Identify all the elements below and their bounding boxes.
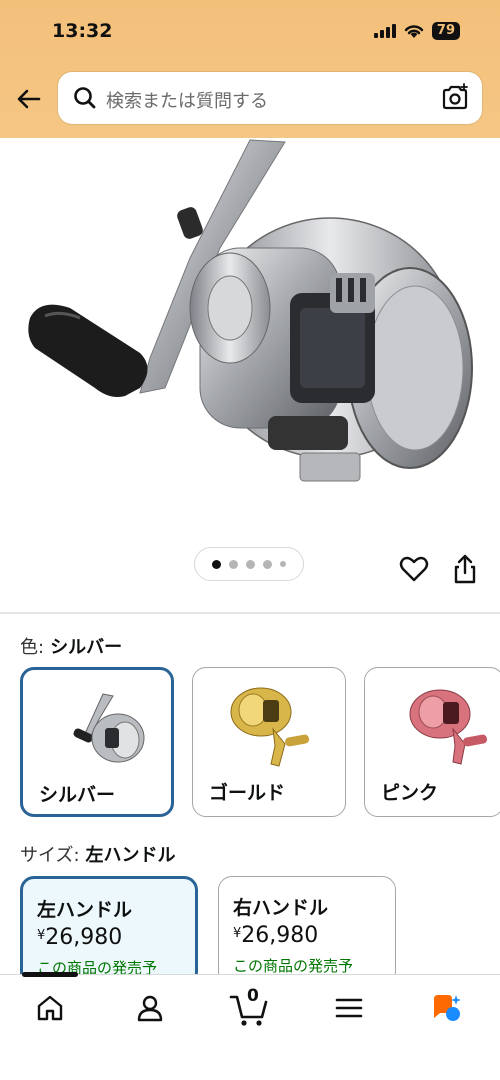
carousel-dot[interactable] [246, 559, 255, 569]
image-carousel-dots[interactable] [194, 547, 304, 581]
size-option-price: ¥26,980 [37, 925, 122, 950]
price-value: 26,980 [45, 925, 123, 950]
size-option-label: 右ハンドル [233, 897, 329, 919]
camera-search-icon[interactable] [440, 83, 470, 113]
size-label-row: サイズ: 左ハンドル [20, 841, 176, 867]
size-option-price: ¥26,980 [233, 923, 318, 948]
signal-icon [373, 24, 396, 38]
active-tab-indicator [22, 972, 78, 977]
cart-icon[interactable]: 0 [228, 986, 272, 1029]
size-selected-value: 左ハンドル [85, 845, 176, 866]
search-input[interactable]: 検索または質問する [58, 72, 482, 124]
size-option-left-handle[interactable]: 左ハンドル ¥26,980 この商品の発売予 [20, 876, 198, 986]
heart-icon[interactable] [398, 553, 430, 585]
color-option-label: シルバー [39, 784, 116, 806]
home-icon[interactable] [33, 991, 67, 1025]
carousel-dot[interactable] [212, 559, 221, 569]
reel-thumbnail-icon [230, 687, 310, 767]
cart-count-badge: 0 [247, 986, 259, 1006]
share-icon[interactable] [450, 553, 480, 585]
battery-icon: 79 [431, 22, 460, 40]
rufus-icon[interactable] [430, 991, 464, 1025]
header: 13:32 79 検索または質問する [0, 0, 500, 138]
back-arrow-icon[interactable] [14, 84, 44, 114]
size-option-right-handle[interactable]: 右ハンドル ¥26,980 この商品の発売予 [218, 876, 396, 986]
product-image[interactable] [0, 138, 500, 543]
color-option-label: ピンク [381, 782, 439, 804]
reel-thumbnail-icon [73, 693, 145, 763]
status-time: 13:32 [52, 20, 113, 42]
color-selected-value: シルバー [50, 637, 123, 658]
product-page: 13:32 79 検索または質問する 色: シルバー シルバー ゴールド ピンク… [0, 0, 500, 1080]
menu-icon[interactable] [332, 991, 366, 1025]
carousel-dot[interactable] [263, 559, 272, 569]
section-divider [0, 612, 500, 614]
availability-note: この商品の発売予 [233, 957, 354, 975]
currency-symbol: ¥ [37, 928, 46, 943]
carousel-dot[interactable] [229, 559, 238, 569]
color-label-row: 色: シルバー [20, 633, 122, 659]
search-placeholder: 検索または質問する [106, 91, 268, 112]
size-option-label: 左ハンドル [37, 899, 133, 921]
reel-thumbnail-icon [409, 689, 488, 765]
wifi-icon [404, 25, 424, 38]
status-icons: 79 [373, 22, 460, 40]
bottom-nav: 0 [0, 972, 500, 1080]
color-option-gold[interactable]: ゴールド [192, 667, 346, 817]
account-icon[interactable] [133, 991, 167, 1025]
currency-symbol: ¥ [233, 926, 242, 941]
search-icon [74, 87, 96, 109]
color-option-label: ゴールド [209, 782, 286, 804]
size-label: サイズ: [20, 845, 80, 866]
color-option-pink[interactable]: ピンク [364, 667, 500, 817]
color-label: 色: [20, 637, 45, 658]
price-value: 26,980 [241, 923, 319, 948]
color-option-silver[interactable]: シルバー [20, 667, 174, 817]
carousel-dot[interactable] [280, 561, 286, 567]
